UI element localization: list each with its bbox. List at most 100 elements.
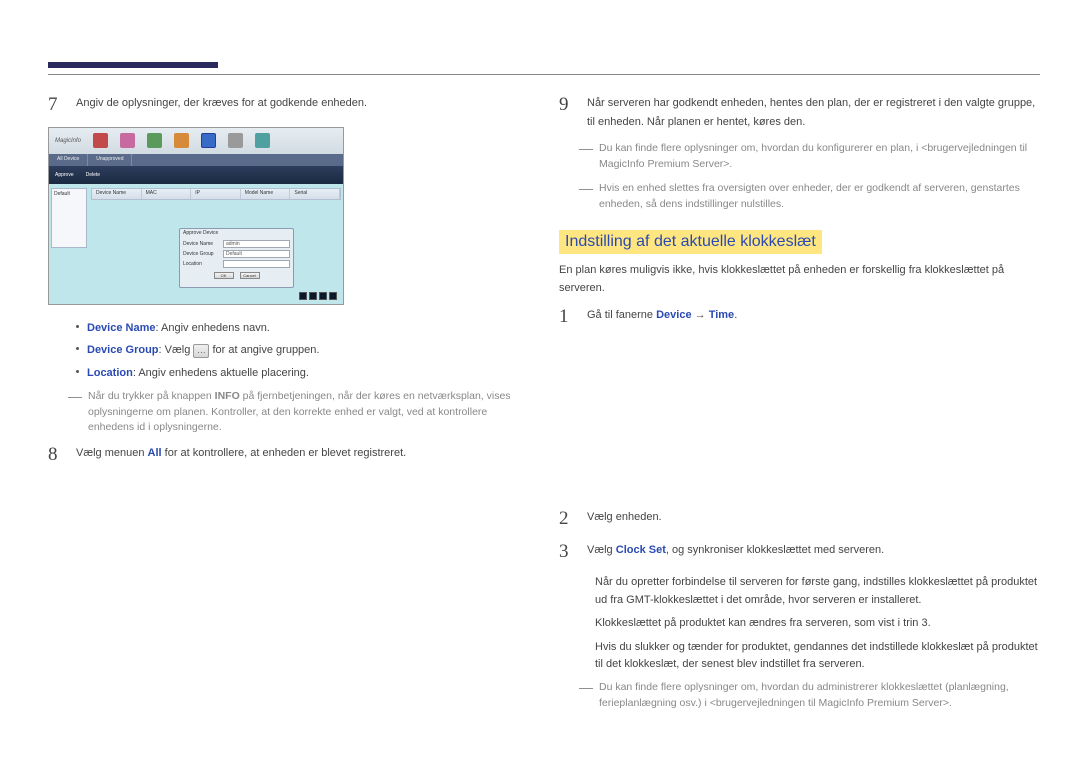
ss-modal-input: admin bbox=[223, 240, 290, 248]
ss-topbar: MagicInfo bbox=[49, 128, 343, 154]
ss-sidebar: Default bbox=[51, 188, 87, 248]
step-2: 2 Vælg enheden. bbox=[559, 508, 1040, 531]
dash-icon: ― bbox=[68, 389, 82, 436]
ss-approve-modal: Approve Device Device Name admin Device … bbox=[179, 228, 294, 288]
list-item: Device Group: Vælg … for at angive grupp… bbox=[76, 341, 529, 360]
ss-table: Device Name MAC IP Model Name Serial bbox=[91, 188, 341, 218]
step-number: 1 bbox=[559, 306, 575, 329]
ss-modal-label: Location bbox=[183, 261, 223, 267]
ss-th: MAC bbox=[142, 189, 192, 199]
ss-modal-buttons: OK Cancel bbox=[180, 272, 293, 279]
step7-note: ― Når du trykker på knappen INFO på fjer… bbox=[68, 389, 529, 436]
step-text-pre: Gå til fanerne bbox=[587, 309, 656, 321]
bullet-text-body: : Angiv enhedens aktuelle placering. bbox=[133, 367, 309, 379]
dash-icon: ― bbox=[579, 680, 593, 712]
clock-set-bold: Clock Set bbox=[616, 544, 666, 556]
bullet-icon bbox=[76, 347, 79, 350]
ss-modal-row: Device Group Default bbox=[180, 249, 293, 259]
ss-icon-3 bbox=[147, 133, 162, 148]
list-item: Klokkeslættet på produktet kan ændres fr… bbox=[587, 615, 1040, 633]
header-divider bbox=[48, 74, 1040, 75]
ss-th: Device Name bbox=[92, 189, 142, 199]
list-item: Device Name: Angiv enhedens navn. bbox=[76, 319, 529, 338]
embedded-screenshot: MagicInfo All Device Unapproved Approve … bbox=[48, 127, 344, 305]
bullet-text: Device Group: Vælg … for at angive grupp… bbox=[87, 341, 319, 360]
ss-modal-label: Device Group bbox=[183, 251, 223, 257]
bullet-text: Klokkeslættet på produktet kan ændres fr… bbox=[595, 615, 931, 633]
info-bold: INFO bbox=[215, 390, 240, 402]
spacer bbox=[559, 338, 1040, 508]
step-text: Vælg Clock Set, og synkroniser klokkeslæ… bbox=[587, 541, 1040, 564]
bullet-text: Device Name: Angiv enhedens navn. bbox=[87, 319, 270, 338]
bullet-icon bbox=[76, 370, 79, 373]
section-heading: Indstilling af det aktuelle klokkeslæt bbox=[559, 230, 822, 254]
step9-note-b: ― Hvis en enhed slettes fra oversigten o… bbox=[579, 181, 1040, 213]
step-text-pre: Vælg menuen bbox=[76, 447, 148, 459]
ss-widget bbox=[319, 292, 327, 300]
step-text: Angiv de oplysninger, der kræves for at … bbox=[76, 94, 529, 117]
note-text: Du kan finde flere oplysninger om, hvord… bbox=[599, 680, 1040, 712]
bullet-icon bbox=[76, 325, 79, 328]
ss-th: Serial bbox=[290, 189, 340, 199]
section-heading-wrap: Indstilling af det aktuelle klokkeslæt bbox=[559, 220, 1040, 262]
ss-modal-input bbox=[223, 260, 290, 268]
arrow-text: → bbox=[692, 309, 709, 321]
label-device-group: Device Group bbox=[87, 344, 159, 356]
ss-ok-button: OK bbox=[214, 272, 234, 279]
content-columns: 7 Angiv de oplysninger, der kræves for a… bbox=[48, 94, 1040, 719]
bullet-text: Location: Angiv enhedens aktuelle placer… bbox=[87, 364, 309, 383]
step-number: 3 bbox=[559, 541, 575, 564]
bullet-text-post: for at angive gruppen. bbox=[209, 344, 319, 356]
step-text-dot: . bbox=[734, 309, 737, 321]
dash-icon: ― bbox=[579, 141, 593, 173]
step-text: Gå til fanerne Device → Time. bbox=[587, 306, 1040, 329]
step-text-pre: Vælg bbox=[587, 544, 616, 556]
ss-subrow: Approve Delete bbox=[49, 166, 343, 184]
ss-th: IP bbox=[191, 189, 241, 199]
ss-icon-1 bbox=[93, 133, 108, 148]
step-text: Vælg menuen All for at kontrollere, at e… bbox=[76, 444, 529, 467]
ss-modal-row: Location bbox=[180, 259, 293, 269]
step-1: 1 Gå til fanerne Device → Time. bbox=[559, 306, 1040, 329]
step-3: 3 Vælg Clock Set, og synkroniser klokkes… bbox=[559, 541, 1040, 564]
bullet-text-body: : Angiv enhedens navn. bbox=[156, 322, 270, 334]
ss-icon-7 bbox=[255, 133, 270, 148]
ss-icon-5 bbox=[201, 133, 216, 148]
step-text: Vælg enheden. bbox=[587, 508, 1040, 531]
step7-bullets: Device Name: Angiv enhedens navn. Device… bbox=[76, 319, 529, 383]
ss-widget bbox=[309, 292, 317, 300]
step-number: 7 bbox=[48, 94, 64, 117]
step-number: 9 bbox=[559, 94, 575, 131]
ss-navstrip: All Device Unapproved Approve Delete bbox=[49, 154, 343, 184]
left-column: 7 Angiv de oplysninger, der kræves for a… bbox=[48, 94, 529, 719]
ss-tabs: All Device Unapproved bbox=[49, 154, 343, 166]
ss-modal-row: Device Name admin bbox=[180, 239, 293, 249]
ss-th: Model Name bbox=[241, 189, 291, 199]
list-item: Når du opretter forbindelse til serveren… bbox=[587, 574, 1040, 609]
ss-widget bbox=[299, 292, 307, 300]
ss-bottom-widgets bbox=[299, 292, 337, 302]
note-text: Hvis en enhed slettes fra oversigten ove… bbox=[599, 181, 1040, 213]
step-number: 2 bbox=[559, 508, 575, 531]
ss-tab: All Device bbox=[49, 154, 88, 166]
label-location: Location bbox=[87, 367, 133, 379]
bullet-text-pre: : Vælg bbox=[159, 344, 194, 356]
ss-modal-label: Device Name bbox=[183, 241, 223, 247]
bullet-text: Hvis du slukker og tænder for produktet,… bbox=[595, 639, 1040, 674]
step-text-post: , og synkroniser klokkeslættet med serve… bbox=[666, 544, 884, 556]
dash-icon: ― bbox=[579, 181, 593, 213]
step3-bullets: Når du opretter forbindelse til serveren… bbox=[587, 574, 1040, 674]
note-text: Du kan finde flere oplysninger om, hvord… bbox=[599, 141, 1040, 173]
note-text: Når du trykker på knappen INFO på fjernb… bbox=[88, 389, 529, 436]
ss-icon-2 bbox=[120, 133, 135, 148]
ss-icon-6 bbox=[228, 133, 243, 148]
ss-sub: Delete bbox=[80, 172, 106, 178]
note-text-pre: Når du trykker på knappen bbox=[88, 390, 215, 402]
step-text: Når serveren har godkendt enheden, hente… bbox=[587, 94, 1040, 131]
browse-button-icon: … bbox=[193, 344, 209, 358]
step-text-post: for at kontrollere, at enheden er blevet… bbox=[162, 447, 407, 459]
step-8: 8 Vælg menuen All for at kontrollere, at… bbox=[48, 444, 529, 467]
step-7: 7 Angiv de oplysninger, der kræves for a… bbox=[48, 94, 529, 117]
ss-modal-title: Approve Device bbox=[180, 229, 293, 239]
step-9: 9 Når serveren har godkendt enheden, hen… bbox=[559, 94, 1040, 131]
